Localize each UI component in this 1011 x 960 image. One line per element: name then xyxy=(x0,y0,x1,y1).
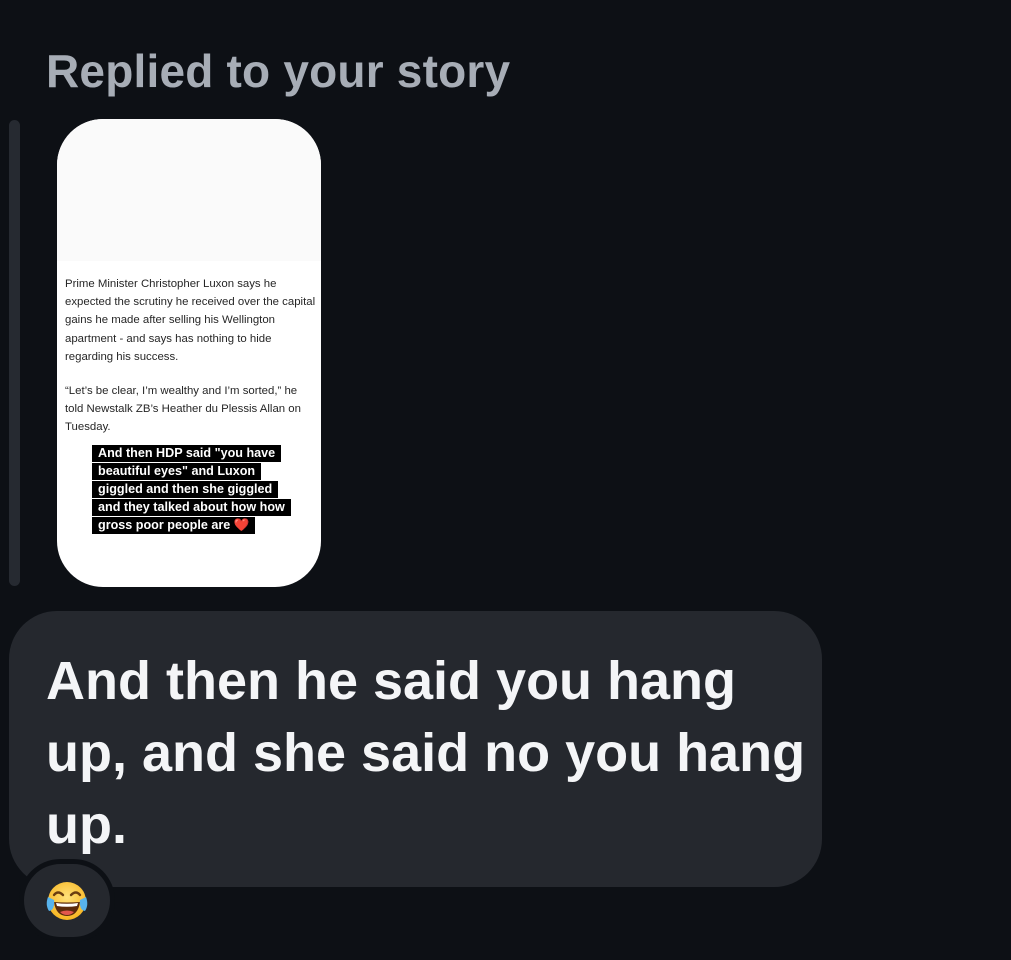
face-with-tears-of-joy-icon xyxy=(46,881,88,920)
story-preview-card[interactable]: Prime Minister Christopher Luxon says he… xyxy=(57,119,321,587)
story-article-paragraph-1: Prime Minister Christopher Luxon says he… xyxy=(65,278,316,363)
story-article-paragraph-2: “Let’s be clear, I’m wealthy and I’m sor… xyxy=(65,385,301,434)
replied-to-story-header: Replied to your story xyxy=(46,45,511,97)
reaction-pill[interactable] xyxy=(19,859,115,942)
sticker-line: beautiful eyes" and Luxon xyxy=(92,463,262,480)
message-bubble[interactable]: And then he said you hang up, and she sa… xyxy=(9,611,822,887)
reply-context-bar xyxy=(9,120,20,586)
message-text: And then he said you hang up, and she sa… xyxy=(46,651,806,855)
sticker-line: gross poor people are ❤️ xyxy=(92,517,256,534)
story-image-blank-area xyxy=(57,119,321,261)
sticker-line: And then HDP said "you have xyxy=(92,445,282,462)
sticker-line: and they talked about how how xyxy=(92,499,291,516)
reaction-inner xyxy=(24,864,110,937)
sticker-line: giggled and then she giggled xyxy=(92,481,279,498)
story-text-sticker: And then HDP said "you have beautiful ey… xyxy=(92,444,317,534)
